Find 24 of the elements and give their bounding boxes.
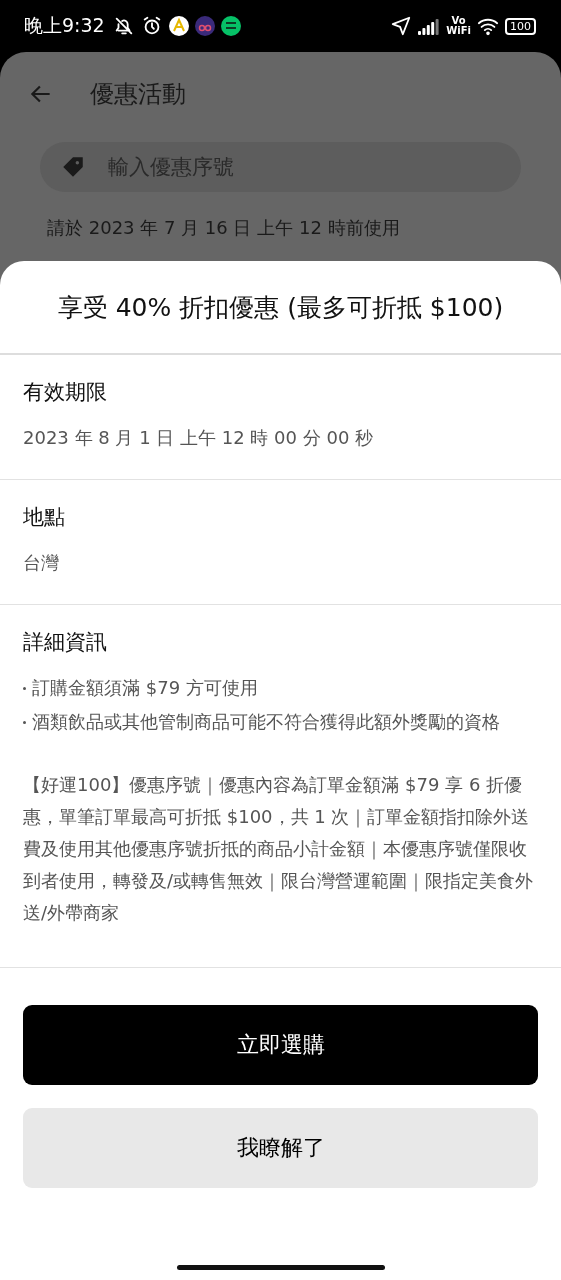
battery-indicator: 100: [505, 17, 536, 35]
section-value: 台灣: [23, 551, 60, 575]
app-notification-icon: [194, 16, 215, 36]
section-heading: 詳細資訊: [23, 629, 108, 656]
app-notification-icon: [168, 16, 189, 36]
vowifi-label: WiFi: [446, 26, 471, 36]
vowifi-label: Vo: [451, 16, 466, 26]
section-value: 2023 年 8 月 1 日 上午 12 時 00 分 00 秒: [23, 426, 375, 450]
detail-bullet: 訂購金額須滿 $79 方可使用: [32, 676, 258, 700]
dismiss-button[interactable]: 我瞭解了: [23, 1108, 538, 1188]
section-heading: 有效期限: [23, 379, 108, 406]
bullet-dot-icon: [23, 721, 26, 724]
section-heading: 地點: [23, 504, 66, 531]
sheet-title: 享受 40% 折扣優惠 (最多可折抵 $100): [0, 261, 561, 355]
detail-paragraph: 【好運100】優惠序號｜優惠內容為訂單金額滿 $79 享 6 折優惠，單筆訂單最高可折抵 $100，共 1 次｜訂單金額指扣除外送費及使用其他優惠序號折抵的商品小計金額｜本優惠序號僅限收到者使用，轉發及/或轉售無效｜限台灣營運範圍｜限指定美食外送/外帶商家: [23, 773, 535, 925]
shop-now-button[interactable]: 立即選購: [23, 1005, 538, 1085]
app-notification-icon: [220, 16, 241, 36]
promo-expiry-note: 請於 2023 年 7 月 16 日 上午 12 時前使用: [47, 216, 401, 240]
bullet-dot-icon: [23, 687, 26, 690]
status-time: 晚上9:32: [24, 13, 105, 38]
detail-bullet: 酒類飲品或其他管制商品可能不符合獲得此額外獎勵的資格: [32, 710, 500, 734]
location-arrow-icon: [390, 15, 413, 37]
signal-icon: [418, 17, 441, 35]
page-title: 優惠活動: [90, 79, 186, 110]
